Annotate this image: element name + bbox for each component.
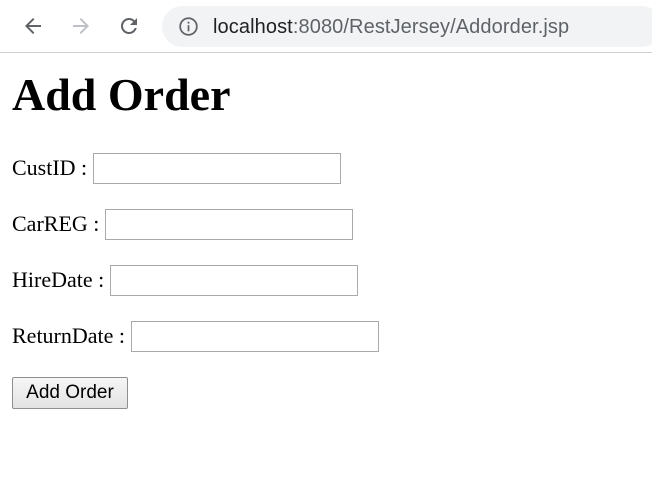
address-bar[interactable]: localhost:8080/RestJersey/Addorder.jsp: [162, 6, 652, 47]
browser-toolbar: localhost:8080/RestJersey/Addorder.jsp: [0, 0, 652, 53]
carreg-input[interactable]: [105, 208, 354, 240]
carreg-label: CarREG :: [12, 211, 100, 236]
returndate-input[interactable]: [131, 320, 380, 352]
back-button[interactable]: [18, 9, 48, 43]
forward-button[interactable]: [66, 9, 96, 43]
custid-label: CustID :: [12, 155, 88, 180]
back-arrow-icon: [25, 18, 41, 34]
hiredate-row: HireDate :: [12, 264, 359, 296]
url-path: :8080/RestJersey/Addorder.jsp: [292, 16, 570, 38]
hiredate-input[interactable]: [110, 264, 359, 296]
url-host: localhost: [213, 16, 293, 38]
reload-icon: [120, 17, 137, 34]
custid-row: CustID :: [12, 152, 342, 184]
url-text[interactable]: localhost:8080/RestJersey/Addorder.jsp: [213, 15, 569, 39]
custid-input[interactable]: [93, 152, 342, 184]
page-title: Add Order: [12, 69, 231, 120]
info-icon[interactable]: [178, 16, 199, 37]
reload-button[interactable]: [114, 9, 144, 43]
forward-arrow-icon: [73, 18, 89, 34]
hiredate-label: HireDate :: [12, 267, 105, 292]
returndate-row: ReturnDate :: [12, 320, 380, 352]
carreg-row: CarREG :: [12, 208, 354, 240]
returndate-label: ReturnDate :: [12, 323, 126, 348]
add-order-button[interactable]: Add Order: [12, 377, 128, 409]
